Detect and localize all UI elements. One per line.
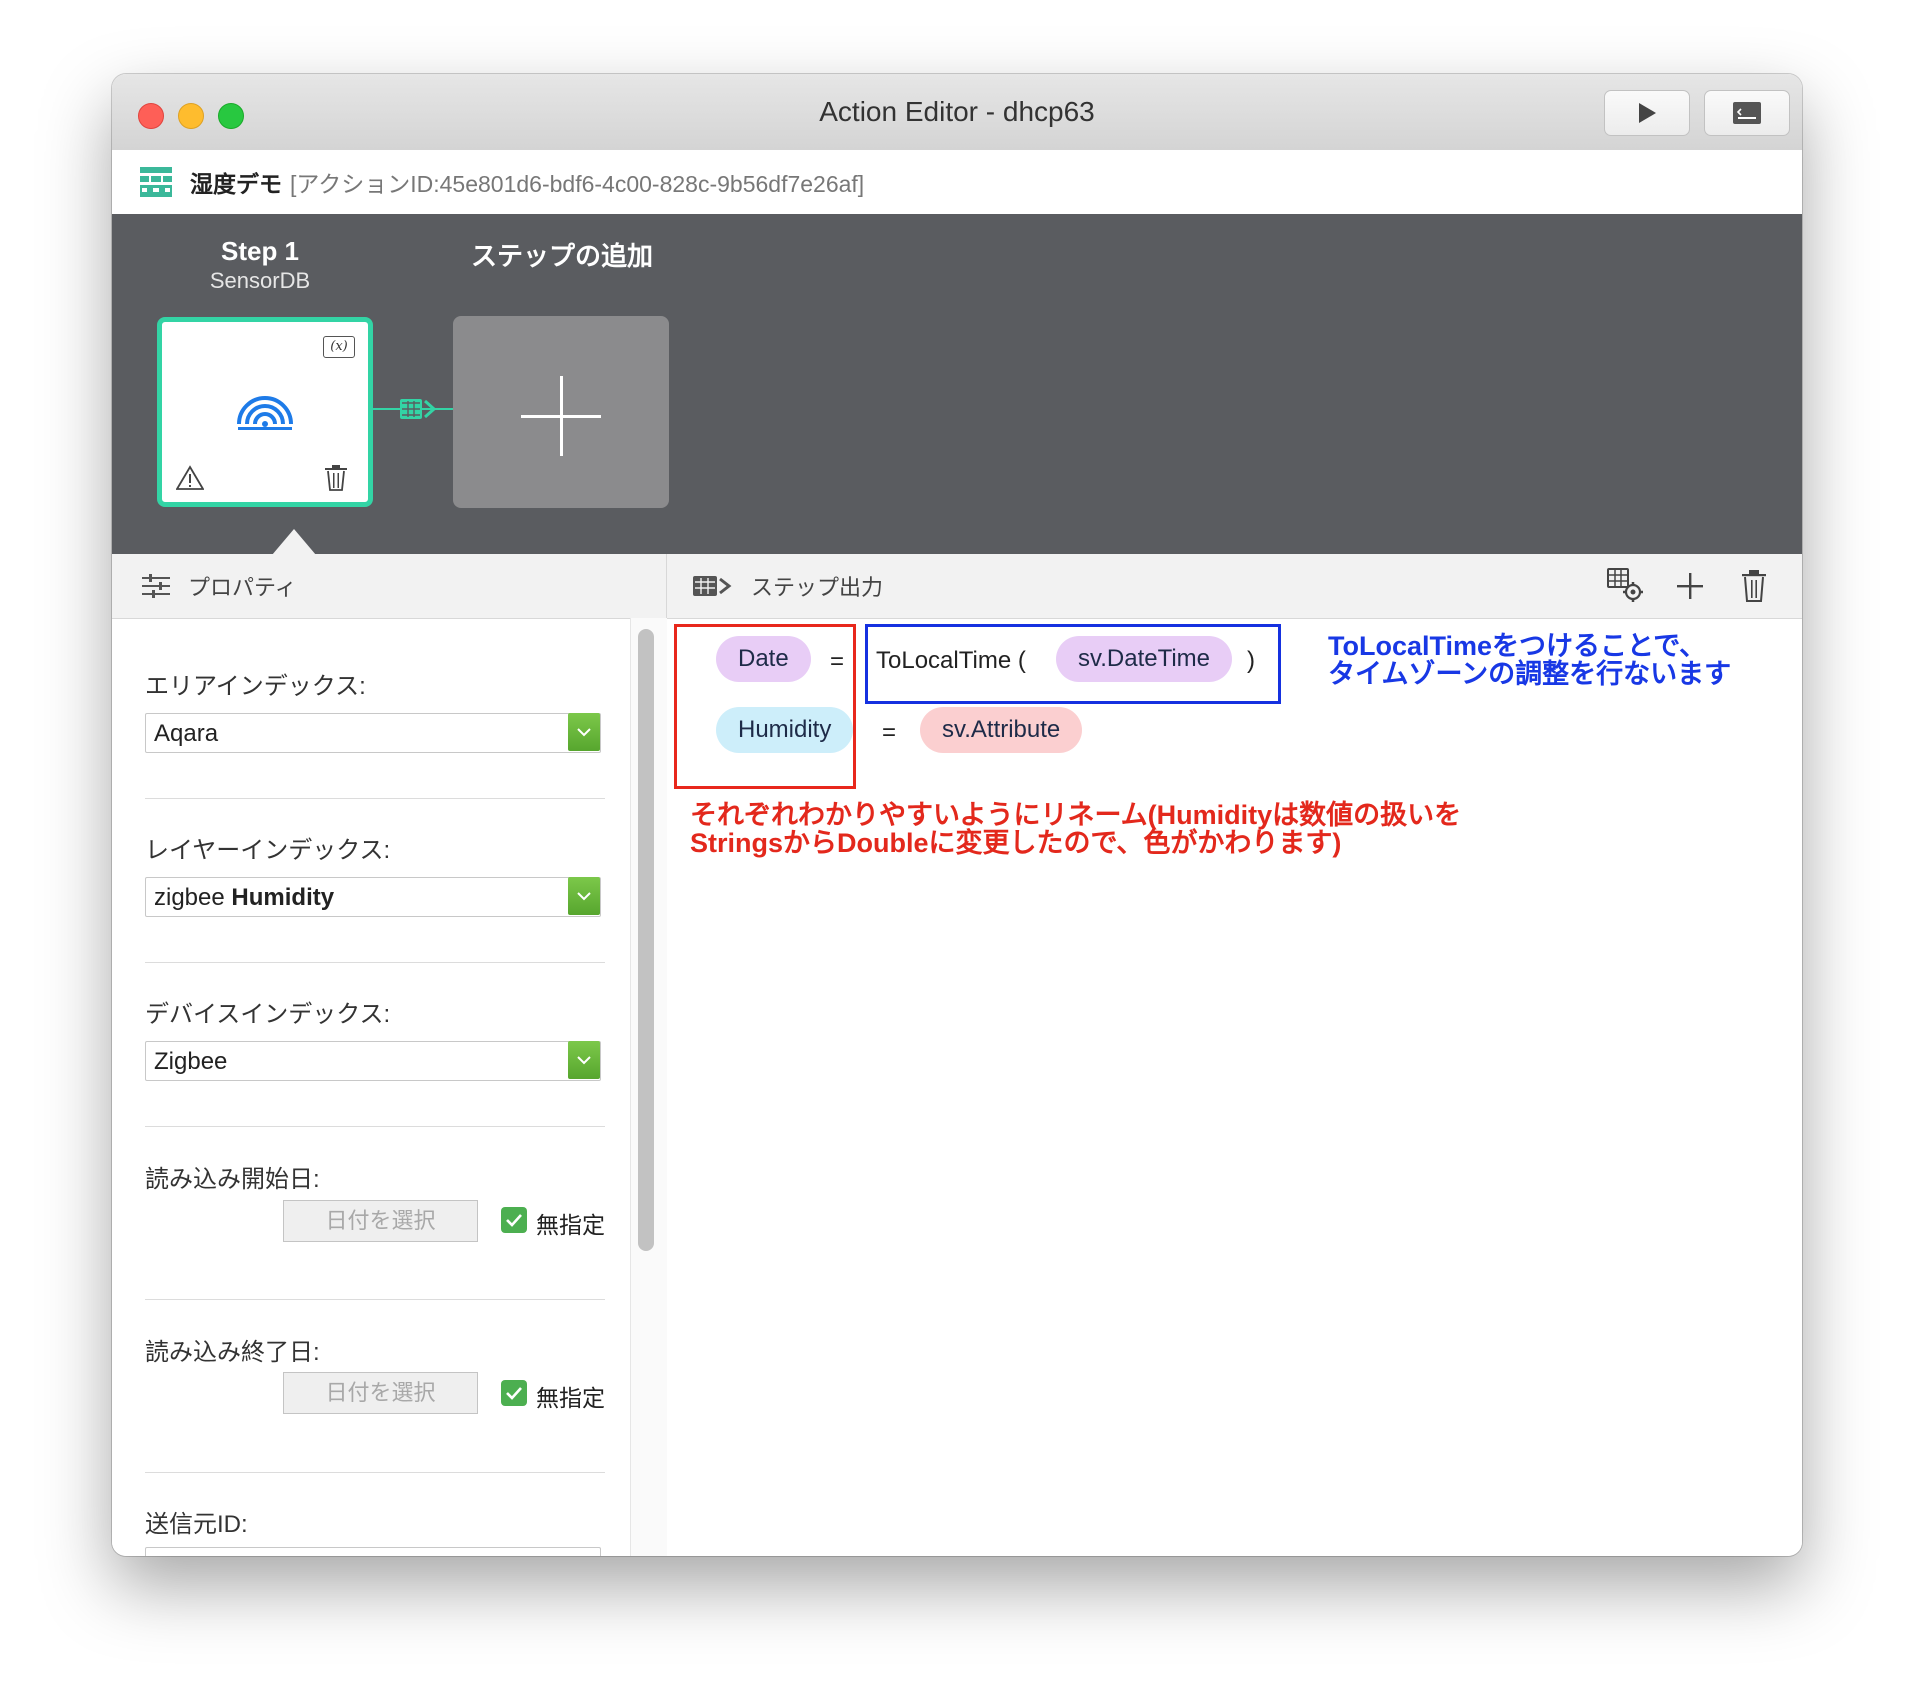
layer-index-bold: Humidity bbox=[231, 884, 335, 911]
annotation-blue: ToLocalTimeをつけることで、 タイムゾーンの調整を行ないます bbox=[1328, 632, 1731, 688]
sender-id-label: 送信元ID: bbox=[145, 1511, 248, 1538]
annotation-blue-line-2: タイムゾーンの調整を行ないます bbox=[1328, 659, 1732, 689]
divider bbox=[145, 1472, 605, 1473]
add-step-title: ステップの追加 bbox=[470, 241, 653, 271]
trash-icon[interactable] bbox=[324, 465, 348, 491]
delete-output-button[interactable] bbox=[1732, 566, 1776, 606]
area-index-label: エリアインデックス: bbox=[145, 673, 366, 700]
properties-title: プロパティ bbox=[188, 575, 297, 600]
table-icon bbox=[140, 167, 172, 197]
annotation-red-line-1: それぞれわかりやすいようにリネーム(Humidityは数値の扱いを bbox=[690, 800, 1462, 830]
properties-pane: プロパティ エリアインデックス: Aqara レイヤーインデックス: zigbe… bbox=[112, 554, 667, 1556]
annotation-red-line-2: StringsからDoubleに変更したので、色がかわります) bbox=[690, 828, 1342, 858]
function-highlight-box bbox=[865, 624, 1281, 704]
step-pointer bbox=[272, 529, 316, 555]
sensor-wifi-icon bbox=[237, 396, 293, 430]
title-bar: Action Editor - dhcp63 bbox=[112, 74, 1802, 151]
layer-index-value: zigbee Humidity bbox=[154, 884, 334, 912]
action-header: 湿度デモ [アクションID:45e801d6-bdf6-4c00-828c-9b… bbox=[112, 150, 1802, 215]
run-button[interactable] bbox=[1604, 90, 1690, 136]
chevron-down-icon[interactable] bbox=[568, 1041, 600, 1079]
sender-id-input[interactable] bbox=[145, 1547, 601, 1556]
variable-badge[interactable]: (x) bbox=[323, 336, 355, 358]
window-title: Action Editor - dhcp63 bbox=[819, 96, 1095, 127]
plus-icon bbox=[1677, 573, 1703, 599]
run-icon bbox=[1639, 103, 1656, 123]
layer-index-prefix: zigbee bbox=[154, 884, 225, 911]
annotation-red: それぞれわかりやすいようにリネーム(Humidityは数値の扱いを String… bbox=[690, 801, 1461, 857]
read-end-unspecified-checkbox[interactable] bbox=[501, 1380, 527, 1406]
step-1-card[interactable]: (x) bbox=[157, 317, 373, 507]
layer-index-label: レイヤーインデックス: bbox=[145, 837, 391, 864]
action-id: [アクションID:45e801d6-bdf6-4c00-828c-9b56df7… bbox=[290, 171, 865, 197]
action-editor-window: Action Editor - dhcp63 湿度デモ [アクションID:45e… bbox=[112, 74, 1802, 1556]
area-index-value: Aqara bbox=[154, 720, 219, 747]
properties-header: プロパティ bbox=[112, 554, 666, 619]
layer-index-select[interactable]: zigbee Humidity bbox=[145, 877, 601, 917]
read-start-date-button[interactable]: 日付を選択 bbox=[283, 1200, 478, 1242]
plus-icon bbox=[521, 376, 601, 456]
warning-icon[interactable] bbox=[176, 465, 204, 491]
properties-scrollbar-thumb[interactable] bbox=[638, 629, 654, 1251]
divider bbox=[145, 962, 605, 963]
device-index-label: デバイスインデックス: bbox=[145, 1001, 391, 1028]
gear-table-button[interactable] bbox=[1604, 566, 1648, 606]
rename-highlight-box bbox=[674, 624, 856, 789]
device-index-value: Zigbee bbox=[154, 1048, 228, 1075]
terminal-icon bbox=[1733, 102, 1761, 124]
output-icon bbox=[693, 576, 732, 596]
output-attribute-value[interactable]: sv.Attribute bbox=[920, 707, 1083, 753]
divider bbox=[145, 1126, 605, 1127]
chevron-down-icon[interactable] bbox=[568, 877, 600, 915]
read-start-label: 読み込み開始日: bbox=[145, 1166, 320, 1193]
step-1-title: Step 1 bbox=[220, 236, 300, 266]
check-icon bbox=[506, 1387, 522, 1400]
step-bar: Step 1 SensorDB ステップの追加 (x) bbox=[112, 214, 1802, 554]
trash-icon bbox=[1742, 570, 1766, 602]
check-icon bbox=[506, 1214, 522, 1227]
add-step-button[interactable] bbox=[453, 316, 669, 508]
step-output-title: ステップ出力 bbox=[751, 575, 884, 600]
divider bbox=[145, 1299, 605, 1300]
sliders-icon bbox=[142, 574, 170, 598]
divider bbox=[145, 798, 605, 799]
gear-table-icon bbox=[1607, 568, 1643, 602]
read-start-unspecified-checkbox[interactable] bbox=[501, 1207, 527, 1233]
annotation-blue-line-1: ToLocalTimeをつけることで、 bbox=[1328, 631, 1707, 661]
read-start-unspecified-label: 無指定 bbox=[536, 1212, 605, 1238]
chevron-down-icon[interactable] bbox=[568, 713, 600, 751]
device-index-select[interactable]: Zigbee bbox=[145, 1041, 601, 1081]
step-1-subtitle: SensorDB bbox=[209, 268, 311, 293]
add-output-button[interactable] bbox=[1668, 566, 1712, 606]
area-index-select[interactable]: Aqara bbox=[145, 713, 601, 753]
console-button[interactable] bbox=[1704, 90, 1790, 136]
action-name: 湿度デモ bbox=[190, 171, 282, 197]
output-connector-icon bbox=[368, 399, 454, 419]
read-end-label: 読み込み終了日: bbox=[145, 1339, 320, 1366]
read-end-unspecified-label: 無指定 bbox=[536, 1385, 605, 1411]
equals-sign: = bbox=[882, 719, 897, 746]
read-end-date-button[interactable]: 日付を選択 bbox=[283, 1372, 478, 1414]
